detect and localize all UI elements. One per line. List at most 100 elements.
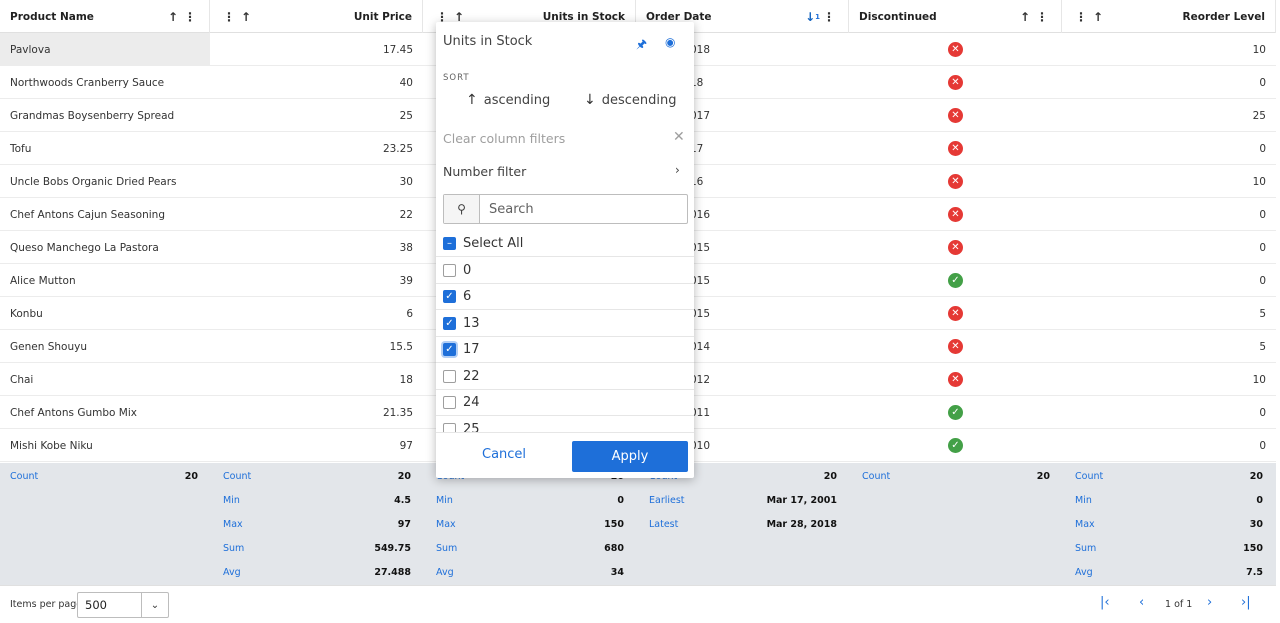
checkbox[interactable] xyxy=(443,263,456,277)
cell-product-name[interactable]: Tofu xyxy=(0,132,210,165)
sort-up-icon[interactable]: ↑ xyxy=(168,10,178,24)
close-icon[interactable]: ✕ xyxy=(673,129,685,145)
filter-search-box[interactable]: ⚲ Search xyxy=(443,194,688,224)
items-per-page-select[interactable]: 500 ⌄ xyxy=(77,592,169,618)
cell-discontinued[interactable]: ✕ xyxy=(849,66,1062,99)
select-all-item[interactable]: – Select All xyxy=(436,231,694,257)
cell-discontinued[interactable]: ✕ xyxy=(849,198,1062,231)
cell-reorder-level[interactable]: 0 xyxy=(1062,66,1276,99)
sort-down-icon[interactable]: ↓ xyxy=(805,10,815,24)
cell-product-name[interactable]: Mishi Kobe Niku xyxy=(0,429,210,462)
filter-option[interactable]: ✓ 13 xyxy=(436,311,694,337)
cell-reorder-level[interactable]: 10 xyxy=(1062,165,1276,198)
select-all-checkbox[interactable]: – xyxy=(443,237,456,250)
number-filter-item[interactable]: Number filter xyxy=(443,164,526,179)
cancel-button[interactable]: Cancel xyxy=(482,447,526,462)
pin-icon[interactable]: 🖈 xyxy=(636,35,647,56)
prev-page-icon[interactable]: ‹ xyxy=(1139,595,1144,610)
cell-unit-price[interactable]: 30 xyxy=(210,165,423,198)
cell-unit-price[interactable]: 25 xyxy=(210,99,423,132)
checkbox[interactable] xyxy=(443,369,456,383)
cell-unit-price[interactable]: 23.25 xyxy=(210,132,423,165)
column-header[interactable]: Discontinued ↑ ⋮ xyxy=(849,0,1062,33)
cell-reorder-level[interactable]: 10 xyxy=(1062,363,1276,396)
cell-unit-price[interactable]: 38 xyxy=(210,231,423,264)
cell-product-name[interactable]: Chef Antons Gumbo Mix xyxy=(0,396,210,429)
checkbox[interactable]: ✓ xyxy=(443,290,456,303)
cell-discontinued[interactable]: ✕ xyxy=(849,33,1062,66)
cell-unit-price[interactable]: 17.45 xyxy=(210,33,423,66)
clear-column-filters[interactable]: Clear column filters xyxy=(443,131,565,146)
checkbox[interactable]: ✓ xyxy=(443,343,456,356)
cell-unit-price[interactable]: 18 xyxy=(210,363,423,396)
next-page-icon[interactable]: › xyxy=(1207,595,1212,610)
filter-option[interactable]: ✓ 17 xyxy=(436,337,694,363)
cell-unit-price[interactable]: 97 xyxy=(210,429,423,462)
column-header[interactable]: Product Name ↑ ⋮ xyxy=(0,0,210,33)
hide-column-icon[interactable]: ◉ xyxy=(665,35,675,49)
aggregate-price: Sum 549.75 xyxy=(223,541,411,555)
checkbox[interactable] xyxy=(443,396,456,409)
column-menu-icon[interactable]: ⋮ xyxy=(1075,10,1087,24)
cell-reorder-level[interactable]: 0 xyxy=(1062,396,1276,429)
sort-up-icon[interactable]: ↑ xyxy=(1020,10,1030,24)
chevron-right-icon[interactable]: › xyxy=(675,163,680,177)
cell-product-name[interactable]: Chef Antons Cajun Seasoning xyxy=(0,198,210,231)
column-header[interactable]: ⋮ ↑ Unit Price xyxy=(210,0,423,33)
cell-product-name[interactable]: Genen Shouyu xyxy=(0,330,210,363)
filter-option[interactable]: 25 xyxy=(436,417,694,433)
cell-discontinued[interactable]: ✓ xyxy=(849,396,1062,429)
sort-ascending-button[interactable]: ↑ ascending xyxy=(466,92,550,108)
cell-unit-price[interactable]: 21.35 xyxy=(210,396,423,429)
cell-reorder-level[interactable]: 0 xyxy=(1062,198,1276,231)
cell-reorder-level[interactable]: 10 xyxy=(1062,33,1276,66)
search-input[interactable]: Search xyxy=(480,202,534,217)
cell-unit-price[interactable]: 40 xyxy=(210,66,423,99)
sort-up-icon[interactable]: ↑ xyxy=(241,10,251,24)
cell-discontinued[interactable]: ✕ xyxy=(849,132,1062,165)
chevron-down-icon[interactable]: ⌄ xyxy=(141,593,168,617)
cell-product-name[interactable]: Northwoods Cranberry Sauce xyxy=(0,66,210,99)
cell-product-name[interactable]: Grandmas Boysenberry Spread xyxy=(0,99,210,132)
cell-product-name[interactable]: Konbu xyxy=(0,297,210,330)
checkbox[interactable]: ✓ xyxy=(443,316,456,330)
cell-product-name[interactable]: Uncle Bobs Organic Dried Pears xyxy=(0,165,210,198)
cell-discontinued[interactable]: ✕ xyxy=(849,297,1062,330)
sort-up-icon[interactable]: ↑ xyxy=(1093,10,1103,24)
column-menu-icon[interactable]: ⋮ xyxy=(823,10,835,24)
apply-button[interactable]: Apply xyxy=(572,441,688,472)
cell-reorder-level[interactable]: 5 xyxy=(1062,297,1276,330)
cell-unit-price[interactable]: 6 xyxy=(210,297,423,330)
cell-discontinued[interactable]: ✕ xyxy=(849,99,1062,132)
column-menu-icon[interactable]: ⋮ xyxy=(1036,10,1048,24)
column-header[interactable]: ⋮ ↑ Reorder Level xyxy=(1062,0,1276,33)
column-menu-icon[interactable]: ⋮ xyxy=(223,10,235,24)
cell-product-name[interactable]: Pavlova xyxy=(0,33,210,66)
cell-discontinued[interactable]: ✕ xyxy=(849,330,1062,363)
cell-reorder-level[interactable]: 5 xyxy=(1062,330,1276,363)
cell-reorder-level[interactable]: 0 xyxy=(1062,231,1276,264)
cell-unit-price[interactable]: 15.5 xyxy=(210,330,423,363)
cell-discontinued[interactable]: ✓ xyxy=(849,429,1062,462)
last-page-icon[interactable]: ›| xyxy=(1241,595,1251,610)
cell-reorder-level[interactable]: 0 xyxy=(1062,429,1276,462)
filter-option[interactable]: 24 xyxy=(436,390,694,416)
cell-unit-price[interactable]: 22 xyxy=(210,198,423,231)
cell-discontinued[interactable]: ✕ xyxy=(849,231,1062,264)
cell-unit-price[interactable]: 39 xyxy=(210,264,423,297)
cell-reorder-level[interactable]: 25 xyxy=(1062,99,1276,132)
sort-descending-button[interactable]: ↓ descending xyxy=(584,92,677,108)
cell-discontinued[interactable]: ✕ xyxy=(849,363,1062,396)
filter-option[interactable]: 0 xyxy=(436,258,694,284)
filter-option[interactable]: ✓ 6 xyxy=(436,284,694,310)
cell-product-name[interactable]: Alice Mutton xyxy=(0,264,210,297)
first-page-icon[interactable]: |‹ xyxy=(1100,595,1110,610)
cell-discontinued[interactable]: ✓ xyxy=(849,264,1062,297)
cell-product-name[interactable]: Queso Manchego La Pastora xyxy=(0,231,210,264)
cell-reorder-level[interactable]: 0 xyxy=(1062,132,1276,165)
cell-product-name[interactable]: Chai xyxy=(0,363,210,396)
filter-option[interactable]: 22 xyxy=(436,364,694,390)
column-menu-icon[interactable]: ⋮ xyxy=(184,10,196,24)
cell-reorder-level[interactable]: 0 xyxy=(1062,264,1276,297)
cell-discontinued[interactable]: ✕ xyxy=(849,165,1062,198)
